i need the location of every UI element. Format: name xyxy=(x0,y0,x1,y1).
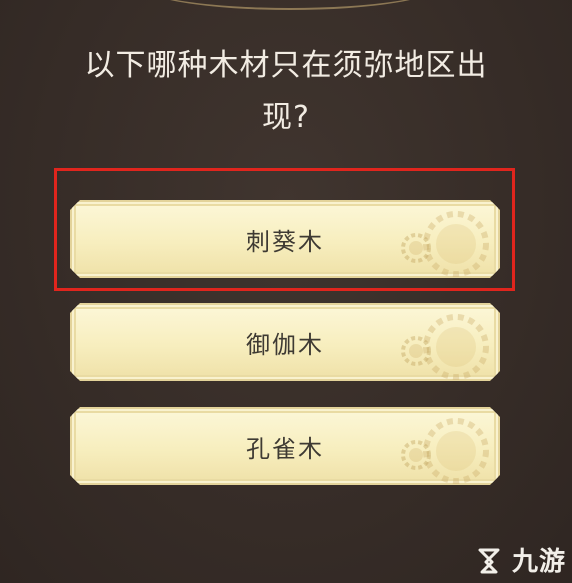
question-text: 以下哪种木材只在须弥地区出 现? xyxy=(40,40,532,144)
option-label: 孔雀木 xyxy=(246,434,324,463)
answer-option-1[interactable]: 刺葵木 xyxy=(70,200,500,278)
watermark: 九游 xyxy=(472,539,566,579)
option-label: 御伽木 xyxy=(246,330,324,359)
jiuyou-logo-icon xyxy=(478,548,500,574)
watermark-text: 九游 xyxy=(511,546,566,577)
answer-option-2[interactable]: 御伽木 xyxy=(70,303,500,381)
option-label: 刺葵木 xyxy=(246,227,324,256)
question-line-1: 以下哪种木材只在须弥地区出 xyxy=(84,48,488,83)
answer-option-3[interactable]: 孔雀木 xyxy=(70,407,500,485)
question-line-2: 现? xyxy=(262,100,310,135)
